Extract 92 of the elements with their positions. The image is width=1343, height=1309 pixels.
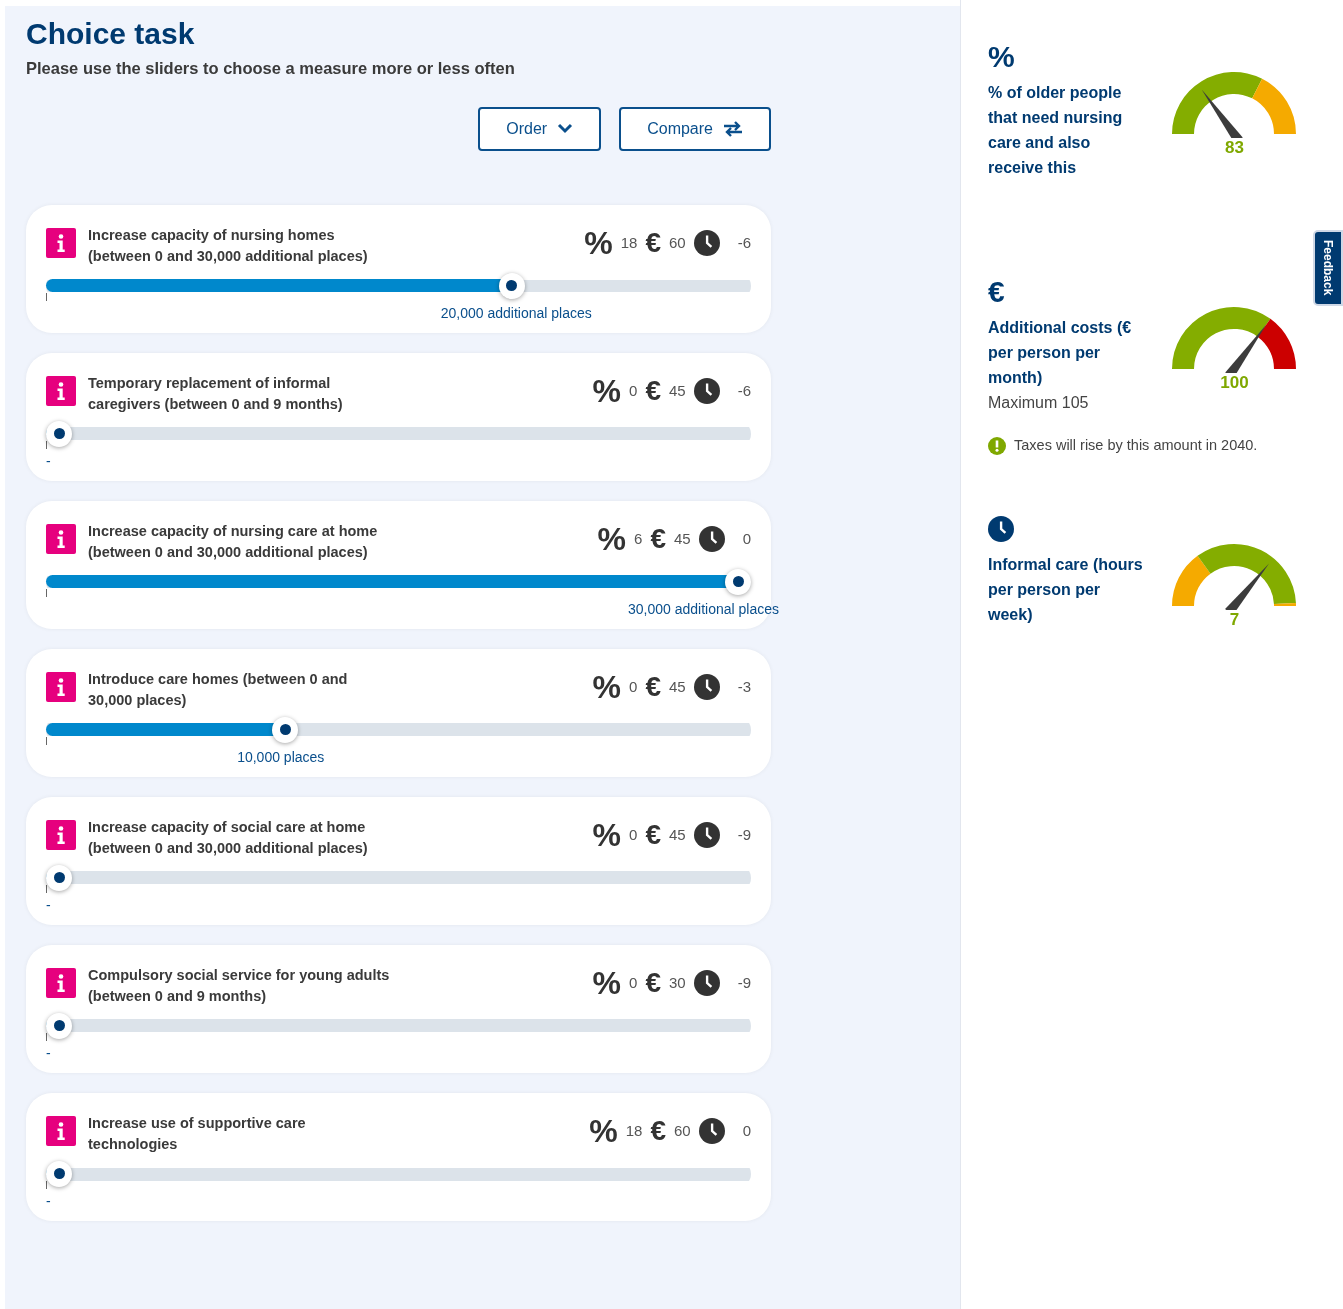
euro-symbol: € [645,968,661,997]
clock-icon [988,515,1014,542]
euro-symbol: € [650,1116,666,1145]
measure-title: Temporary replacement of informal caregivers (between 0 and 9 months) [88,373,343,414]
cost-value: 60 [668,232,686,253]
warning-text: Taxes will rise by this amount in 2040. [1014,436,1258,455]
indicator-symbol: % [988,40,1015,73]
measure-title: Increase capacity of nursing care at home (between 0 and 30,000 additional places) [88,521,378,562]
euro-symbol: € [645,672,661,701]
slider-thumb[interactable] [46,1160,72,1187]
percent-symbol: % [592,670,622,703]
indicator-note: Maximum 105 [988,393,1090,413]
warning-icon [988,436,1006,455]
info-icon[interactable] [46,967,76,998]
measure-title: Compulsory social service for young adults (between 0 and 9 months) [88,965,390,1006]
page-title: Choice task [26,16,196,52]
hours-value: -6 [737,380,751,401]
indicator-label: Additional costs (€ per person per month) [988,318,1133,388]
slider-value-label: 10,000 places [237,747,325,767]
clock-icon [693,229,720,256]
cost-value: 45 [673,528,691,549]
gauge-value: 100 [1220,373,1249,393]
percent-symbol: % [597,522,627,555]
cost-value: 60 [673,1120,691,1141]
euro-symbol: € [645,820,661,849]
euro-symbol: € [645,376,661,405]
measure-title: Increase use of supportive care technologies [88,1113,306,1154]
percent-value: 0 [629,972,638,993]
slider-value-label: - [46,1191,51,1211]
hours-value: -9 [737,824,751,845]
percent-value: 18 [620,232,638,253]
hours-value: 0 [742,528,751,549]
info-icon[interactable] [46,375,76,406]
clock-icon [693,673,720,700]
hours-value: -3 [737,676,751,697]
measure-title: Increase capacity of nursing homes (between 0 and 30,000 additional places) [88,225,368,266]
cost-value: 45 [668,824,686,845]
hours-value: 0 [742,1120,751,1141]
percent-symbol: % [592,374,622,407]
info-icon[interactable] [46,1115,76,1146]
clock-icon [693,377,720,404]
gauge-value: 7 [1229,609,1240,630]
percent-symbol: % [589,1114,618,1147]
euro-symbol: € [650,524,666,553]
info-icon[interactable] [46,819,76,850]
slider-thumb[interactable] [46,1012,72,1039]
percent-value: 0 [629,380,638,401]
slider-thumb[interactable] [272,716,299,743]
cost-value: 30 [668,972,686,993]
cost-value: 45 [668,676,686,697]
slider-value-label: - [46,895,51,915]
slider-value-label: - [46,451,51,471]
percent-value: 18 [625,1120,643,1141]
percent-symbol: % [584,226,613,259]
slider-value-label: - [46,1043,51,1063]
clock-icon [693,969,720,996]
slider-thumb[interactable] [46,420,72,447]
euro-symbol: € [645,228,661,257]
chevron-down-icon [557,123,574,135]
clock-icon [698,1117,725,1144]
measure-title: Increase capacity of social care at home (between 0 and 30,000 additional places) [88,817,368,858]
percent-value: 0 [629,824,638,845]
measure-title: Introduce care homes (between 0 and 30,000 places) [88,669,348,710]
cost-value: 45 [668,380,686,401]
swap-arrows-icon [723,120,743,137]
gauge-needle [1225,563,1270,610]
gauge-value: 83 [1225,138,1244,158]
percent-symbol: % [592,818,622,851]
indicator-label: % of older people that need nursing care and also receive this [988,83,1124,178]
feedback-tab[interactable]: Feedback [1313,230,1343,306]
percent-value: 0 [629,676,638,697]
clock-icon [698,525,725,552]
info-icon[interactable] [46,227,76,258]
compare-button[interactable]: Compare [619,106,771,151]
gauge-needle [1201,89,1243,138]
slider-thumb[interactable] [498,272,525,299]
slider-value-label: 20,000 additional places [440,303,592,323]
hours-value: -6 [737,232,751,253]
info-icon[interactable] [46,523,76,554]
percent-symbol: % [592,966,622,999]
info-icon[interactable] [46,671,76,702]
indicator-label: Informal care (hours per person per week) [988,554,1144,625]
indicator-symbol: € [988,275,1005,308]
slider-thumb[interactable] [46,864,72,891]
clock-icon [693,821,720,848]
order-button[interactable]: Order [478,106,602,151]
percent-value: 6 [634,528,643,549]
slider-thumb[interactable] [725,568,751,595]
hours-value: -9 [737,972,751,993]
gauge-needle [1225,324,1267,373]
slider-value-label: 30,000 additional places [628,599,779,619]
page-subtitle: Please use the sliders to choose a measure more or less often [26,58,516,79]
